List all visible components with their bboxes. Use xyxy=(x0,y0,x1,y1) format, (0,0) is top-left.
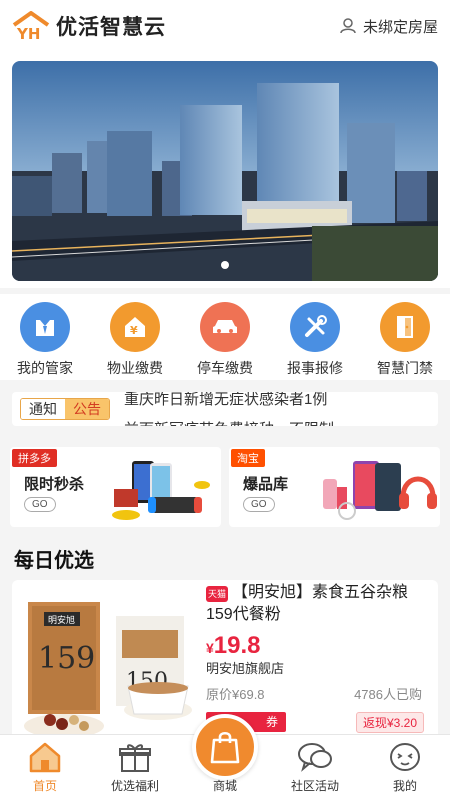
tab-label: 优选福利 xyxy=(110,779,159,793)
pinduoduo-badge: 拼多多 xyxy=(12,449,57,467)
product-price: ¥19.8 xyxy=(206,632,261,660)
chat-bubbles-icon xyxy=(298,743,332,772)
currency-symbol: ¥ xyxy=(206,640,214,656)
notice-bar[interactable]: 通知 公告 重庆昨日新增无症状感染者1例 益面新冠疫苗免费接种，不限制 xyxy=(12,392,438,426)
mall-button[interactable] xyxy=(192,714,258,780)
gift-icon xyxy=(119,744,151,772)
location-person-icon xyxy=(340,18,356,34)
product-name: 【明安旭】素食五谷杂粮159代餐粉 xyxy=(206,584,409,623)
profile-face-icon xyxy=(390,743,420,771)
products-collage-image xyxy=(323,461,437,520)
original-price: 原价¥69.8 xyxy=(206,687,265,702)
announcement-tag-label: 公告 xyxy=(65,399,109,419)
notice-scroller: 重庆昨日新增无症状感染者1例 益面新冠疫苗免费接种，不限制 xyxy=(124,392,438,426)
service-label: 物业缴费 xyxy=(107,360,163,376)
app-header: YH 优活智慧云 未绑定房屋 xyxy=(0,0,450,52)
tab-label: 我的 xyxy=(392,779,417,793)
tab-home[interactable]: 首页 xyxy=(0,735,90,800)
notice-tag: 通知 公告 xyxy=(20,398,110,420)
svg-text:¥: ¥ xyxy=(130,324,138,337)
service-repair[interactable]: 报事报修 xyxy=(272,302,358,380)
promo-hot-products[interactable]: 淘宝 爆品库 GO xyxy=(229,447,440,527)
promo-row: 拼多多 限时秒杀 GO 淘宝 爆品库 GO xyxy=(0,447,450,527)
promo-title: 爆品库 xyxy=(243,476,289,493)
price-amount: 19.8 xyxy=(213,632,261,659)
repair-tools-icon xyxy=(290,302,340,352)
package-brand-text: 明安旭 xyxy=(48,614,75,626)
car-icon xyxy=(200,302,250,352)
banner-carousel[interactable] xyxy=(12,61,438,281)
service-my-butler[interactable]: 我的管家 xyxy=(2,302,88,380)
promo-flash-sale[interactable]: 拼多多 限时秒杀 GO xyxy=(10,447,221,527)
service-smart-door[interactable]: 智慧门禁 xyxy=(362,302,448,380)
tab-label: 首页 xyxy=(32,779,57,793)
daily-picks-section: 每日优选 明安旭 159 150 天猫 【明安旭】素食五谷杂粮159代餐粉 ¥1… xyxy=(0,534,450,740)
city-skyline-image xyxy=(12,61,438,281)
home-icon xyxy=(29,742,61,773)
service-label: 停车缴费 xyxy=(197,360,253,376)
bind-house-button[interactable]: 未绑定房屋 xyxy=(339,16,438,37)
bind-status-label: 未绑定房屋 xyxy=(362,18,438,36)
app-title: 优活智慧云 xyxy=(56,16,166,39)
service-property-fee[interactable]: ¥ 物业缴费 xyxy=(92,302,178,380)
banner-section xyxy=(0,52,450,288)
service-label: 我的管家 xyxy=(17,360,73,376)
product-image: 明安旭 159 150 xyxy=(18,590,200,740)
notice-tag-label: 通知 xyxy=(21,399,65,419)
service-label: 报事报修 xyxy=(287,360,343,376)
go-button[interactable]: GO xyxy=(243,497,275,512)
service-parking-fee[interactable]: 停车缴费 xyxy=(182,302,268,380)
store-name: 明安旭旗舰店 xyxy=(206,661,285,676)
shopping-bag-icon xyxy=(210,731,240,764)
section-title: 每日优选 xyxy=(14,550,94,572)
taobao-badge: 淘宝 xyxy=(231,449,265,467)
butler-icon xyxy=(20,302,70,352)
go-button[interactable]: GO xyxy=(24,497,56,512)
tab-community[interactable]: 社区活动 xyxy=(270,735,360,800)
tab-label: 社区活动 xyxy=(290,779,339,793)
cashback-badge: 返现¥3.20 xyxy=(355,712,424,733)
tab-welfare[interactable]: 优选福利 xyxy=(90,735,180,800)
notice-line: 重庆昨日新增无症状感染者1例 xyxy=(124,392,328,408)
promo-title: 限时秒杀 xyxy=(24,476,85,493)
svg-text:YH: YH xyxy=(16,25,40,41)
package-label-text: 159 xyxy=(38,641,95,676)
door-icon xyxy=(380,302,430,352)
service-grid: 我的管家 ¥ 物业缴费 停车缴费 报事报修 智慧门禁 xyxy=(0,294,450,380)
logo-icon: YH xyxy=(12,11,50,43)
tab-profile[interactable]: 我的 xyxy=(360,735,450,800)
property-fee-icon: ¥ xyxy=(110,302,160,352)
service-label: 智慧门禁 xyxy=(377,360,433,376)
sold-count: 4786人已购 xyxy=(354,687,422,702)
carousel-dot[interactable] xyxy=(221,261,229,269)
notice-line: 益面新冠疫苗免费接种，不限制 xyxy=(124,418,334,426)
phones-game-console-image xyxy=(112,461,210,520)
